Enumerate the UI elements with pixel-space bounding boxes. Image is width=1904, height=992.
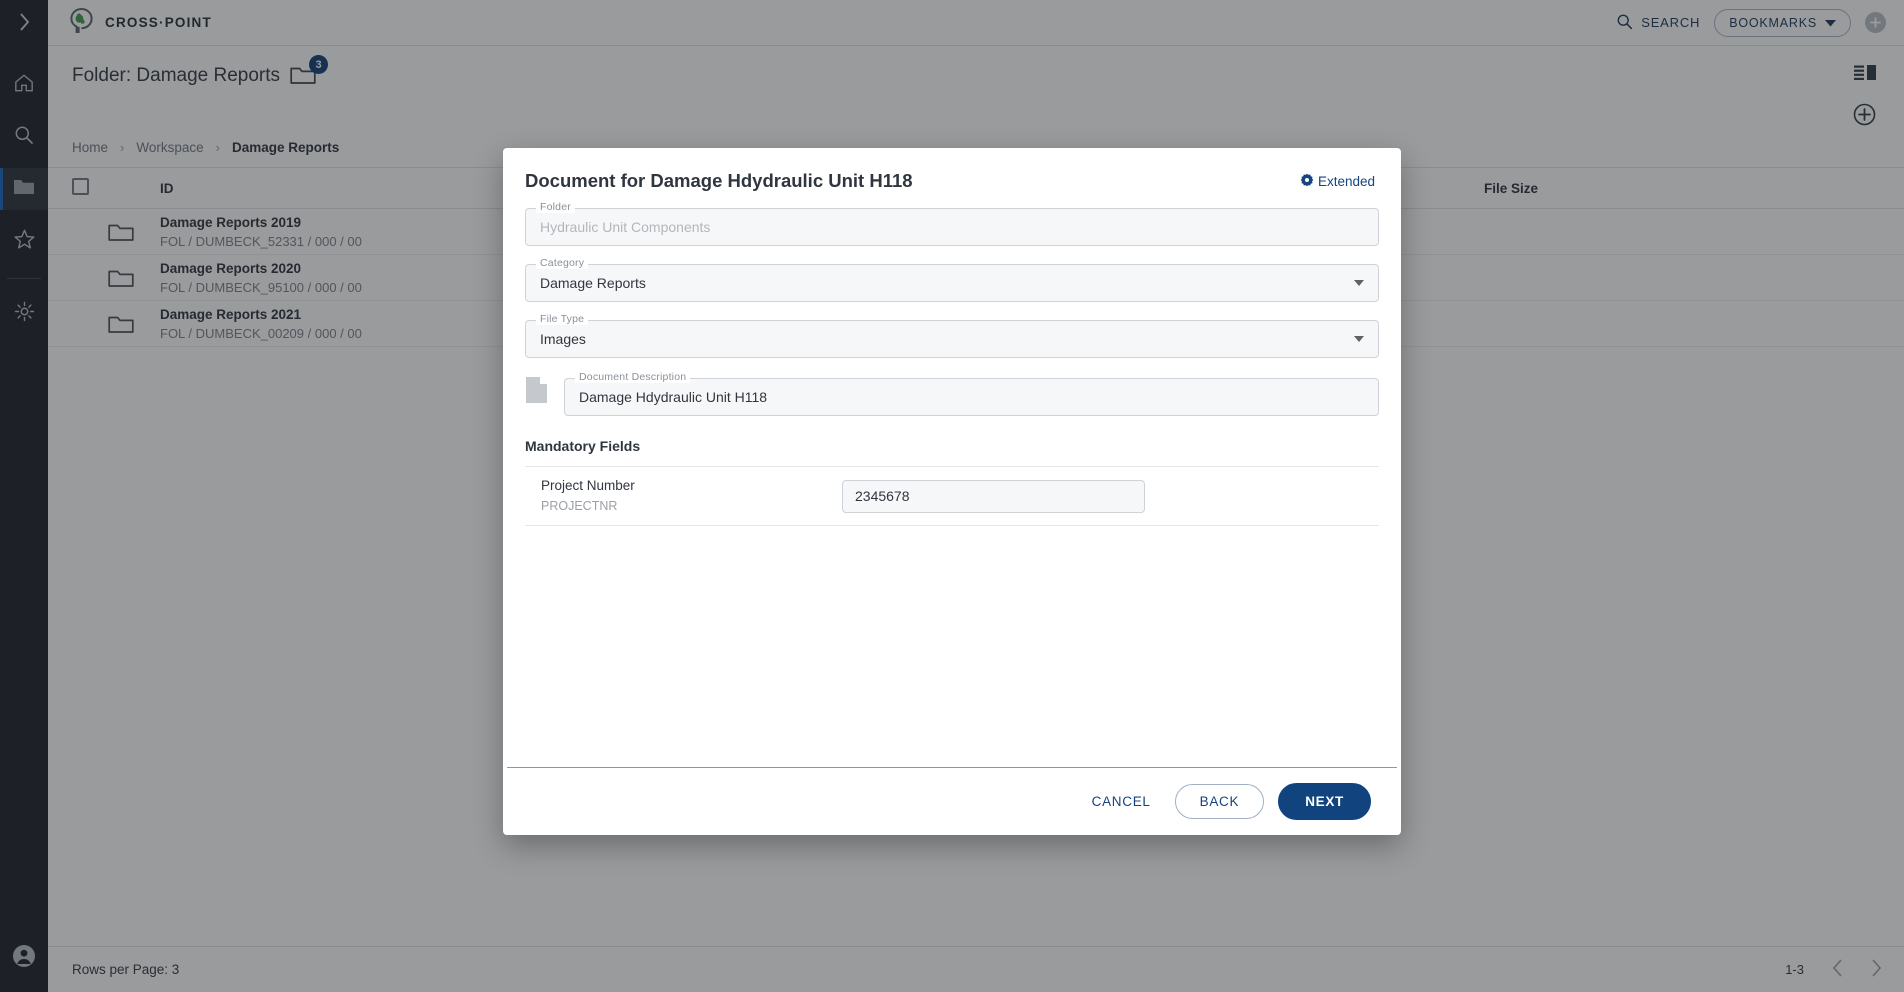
document-file-icon (525, 376, 548, 409)
category-select[interactable]: Damage Reports (525, 264, 1379, 302)
dialog-header: Document for Damage Hdydraulic Unit H118… (503, 148, 1401, 200)
mandatory-field-row: Project Number PROJECTNR (525, 466, 1379, 526)
project-number-input[interactable] (842, 479, 1145, 513)
mandatory-fields-table: Project Number PROJECTNR (525, 466, 1379, 526)
category-value: Damage Reports (540, 275, 646, 291)
extended-toggle[interactable]: Extended (1300, 173, 1375, 190)
folder-input[interactable]: Hydraulic Unit Components (525, 208, 1379, 246)
file-type-value: Images (540, 331, 586, 347)
file-type-field: File Type Images (525, 313, 1379, 358)
document-description-row: Document Description Damage Hdydraulic U… (525, 371, 1379, 416)
category-field: Category Damage Reports (525, 257, 1379, 302)
mandatory-field-code: PROJECTNR (541, 499, 618, 513)
category-field-label: Category (536, 257, 589, 269)
document-dialog: Document for Damage Hdydraulic Unit H118… (503, 148, 1401, 835)
document-description-field: Document Description Damage Hdydraulic U… (564, 371, 1379, 416)
caret-down-icon (1354, 336, 1364, 342)
file-type-select[interactable]: Images (525, 320, 1379, 358)
app-root: CROSS·POINT SEARCH BOOKMARKS Folder: Dam… (0, 0, 1904, 992)
gear-icon (1300, 173, 1314, 190)
back-button[interactable]: BACK (1174, 784, 1265, 819)
folder-field-label: Folder (536, 201, 575, 213)
dialog-body: Folder Hydraulic Unit Components Categor… (503, 200, 1401, 767)
caret-down-icon (1354, 280, 1364, 286)
extended-label: Extended (1317, 173, 1375, 189)
dialog-footer: CANCEL BACK NEXT (507, 767, 1397, 835)
document-description-label: Document Description (575, 371, 691, 383)
folder-field: Folder Hydraulic Unit Components (525, 201, 1379, 246)
mandatory-field-value-cell (842, 466, 1379, 526)
mandatory-field-label: Project Number (541, 478, 635, 493)
file-type-field-label: File Type (536, 313, 589, 325)
mandatory-fields-heading: Mandatory Fields (525, 438, 641, 454)
mandatory-field-label-cell: Project Number PROJECTNR (525, 466, 842, 526)
dialog-title: Document for Damage Hdydraulic Unit H118 (525, 170, 913, 191)
next-button[interactable]: NEXT (1278, 783, 1371, 820)
cancel-button[interactable]: CANCEL (1082, 785, 1161, 818)
document-description-input[interactable]: Damage Hdydraulic Unit H118 (564, 378, 1379, 416)
